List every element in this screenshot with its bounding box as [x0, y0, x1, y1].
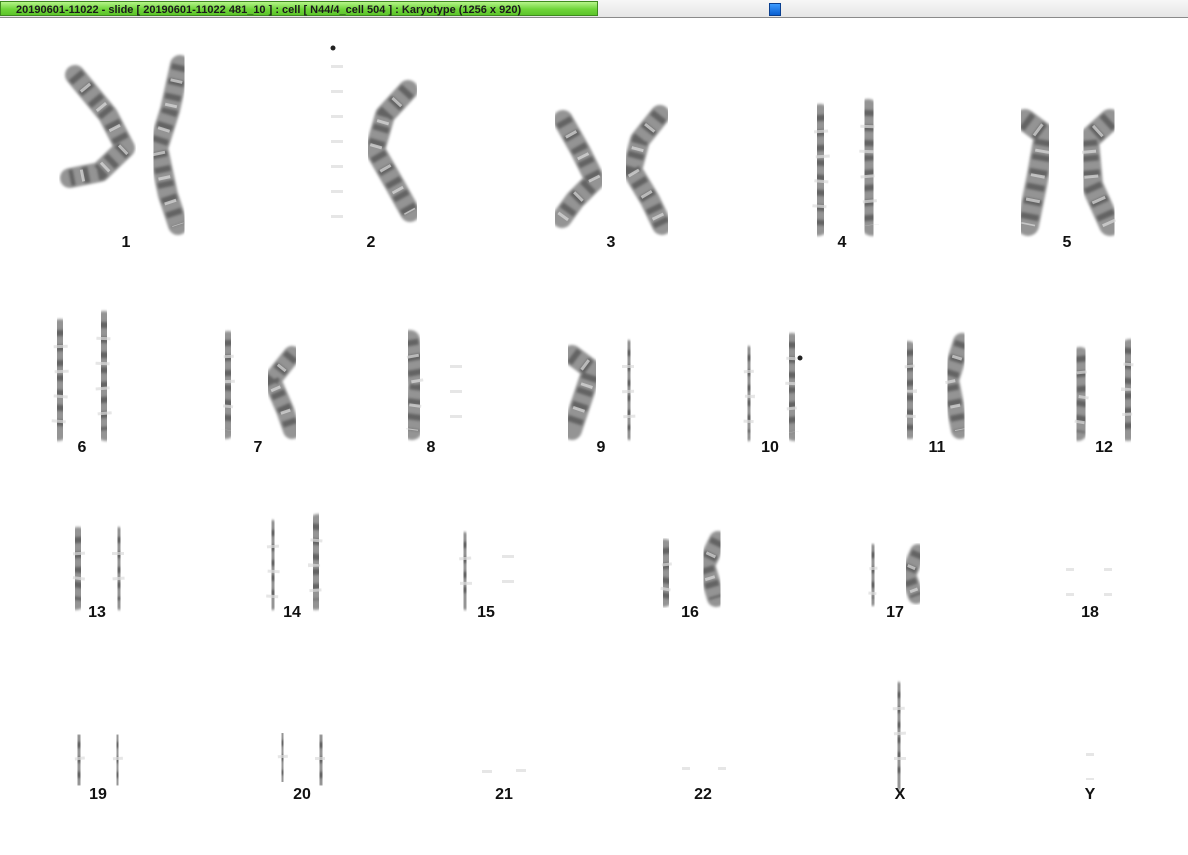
- chromosome-7-b[interactable]: [263, 346, 301, 439]
- chromosome-label-21: 21: [495, 786, 513, 803]
- chromosome-17-b[interactable]: [900, 544, 926, 604]
- chromosome-label-22: 22: [694, 786, 712, 803]
- chromosome-label-X: X: [894, 786, 906, 803]
- marker-dot: [330, 45, 336, 51]
- chromosome-5-b[interactable]: [1077, 109, 1121, 236]
- chromosome-12-a[interactable]: [1069, 347, 1093, 441]
- chromosome-1-a[interactable]: [60, 65, 135, 188]
- chromosome-20-b[interactable]: [311, 733, 331, 787]
- marker-dot: [797, 355, 803, 361]
- chromatid-body: [888, 682, 910, 790]
- chromosome-10-b[interactable]: [781, 333, 803, 441]
- chromosome-label-Y: Y: [1084, 786, 1096, 803]
- chromosome-1-b[interactable]: [148, 55, 190, 235]
- title-highlight: 20190601-11022 - slide [ 20190601-11022 …: [0, 1, 598, 16]
- chromosome-19-a[interactable]: [69, 733, 89, 787]
- chromosome-9-a[interactable]: [562, 345, 602, 440]
- chromosome-3-b[interactable]: [622, 105, 672, 235]
- chromatid-body: [864, 544, 882, 606]
- chromosome-13-a[interactable]: [66, 527, 90, 610]
- blue-marker-icon[interactable]: [769, 3, 781, 16]
- chromosome-label-12: 12: [1095, 439, 1113, 456]
- chromosome-7-a[interactable]: [217, 331, 239, 439]
- chromosome-label-11: 11: [928, 439, 946, 456]
- chromosome-19-b[interactable]: [108, 733, 127, 787]
- chromosome-label-4: 4: [837, 234, 847, 251]
- chromosome-12-b[interactable]: [1117, 339, 1139, 441]
- chromosome-10-a[interactable]: [739, 346, 759, 441]
- chromosome-label-10: 10: [761, 439, 779, 456]
- chromosome-11-a[interactable]: [899, 341, 921, 439]
- chromosome-label-2: 2: [366, 234, 376, 251]
- chromosome-label-8: 8: [426, 439, 436, 456]
- chromosome-17-a[interactable]: [864, 544, 882, 606]
- chromosome-label-5: 5: [1062, 234, 1072, 251]
- window-title-bar: 20190601-11022 - slide [ 20190601-11022 …: [0, 0, 1188, 18]
- chromosome-2-b[interactable]: [365, 80, 420, 222]
- chromosome-label-17: 17: [886, 604, 904, 621]
- chromosome-6-a[interactable]: [47, 319, 73, 441]
- chromosome-6-b[interactable]: [91, 311, 117, 441]
- chromosome-16-a[interactable]: [655, 539, 677, 607]
- chromosome-5-a[interactable]: [1014, 109, 1056, 236]
- chromosome-label-16: 16: [681, 604, 699, 621]
- chromosome-4-a[interactable]: [807, 104, 834, 236]
- chromosome-8-a[interactable]: [400, 330, 428, 440]
- chromosome-label-13: 13: [88, 604, 106, 621]
- chromosome-label-15: 15: [477, 604, 495, 621]
- chromosome-label-18: 18: [1081, 604, 1099, 621]
- chromosome-16-b[interactable]: [697, 531, 727, 607]
- karyotype-panel: [0, 19, 1188, 855]
- chromosome-label-19: 19: [89, 786, 107, 803]
- chromosome-X-a[interactable]: [888, 682, 910, 790]
- chromosome-20-a[interactable]: [273, 731, 292, 784]
- chromosome-label-20: 20: [293, 786, 311, 803]
- chromosome-label-9: 9: [596, 439, 606, 456]
- chromosome-drawing: [47, 40, 1139, 790]
- chromosome-11-b[interactable]: [941, 333, 971, 439]
- chromosome-label-6: 6: [77, 439, 87, 456]
- chromosome-label-14: 14: [283, 604, 301, 621]
- chromosome-14-a[interactable]: [262, 520, 284, 610]
- chromosome-9-b[interactable]: [618, 340, 640, 440]
- window-title: 20190601-11022 - slide [ 20190601-11022 …: [16, 4, 522, 16]
- chromosome-label-7: 7: [253, 439, 263, 456]
- chromosome-14-b[interactable]: [304, 514, 328, 610]
- chromosome-4-b[interactable]: [855, 99, 883, 236]
- chromosome-15-a[interactable]: [454, 532, 476, 610]
- chromosome-3-a[interactable]: [552, 110, 605, 228]
- chromosome-label-3: 3: [606, 234, 616, 251]
- chromosome-label-1: 1: [121, 234, 131, 251]
- chromosome-13-b[interactable]: [108, 527, 130, 610]
